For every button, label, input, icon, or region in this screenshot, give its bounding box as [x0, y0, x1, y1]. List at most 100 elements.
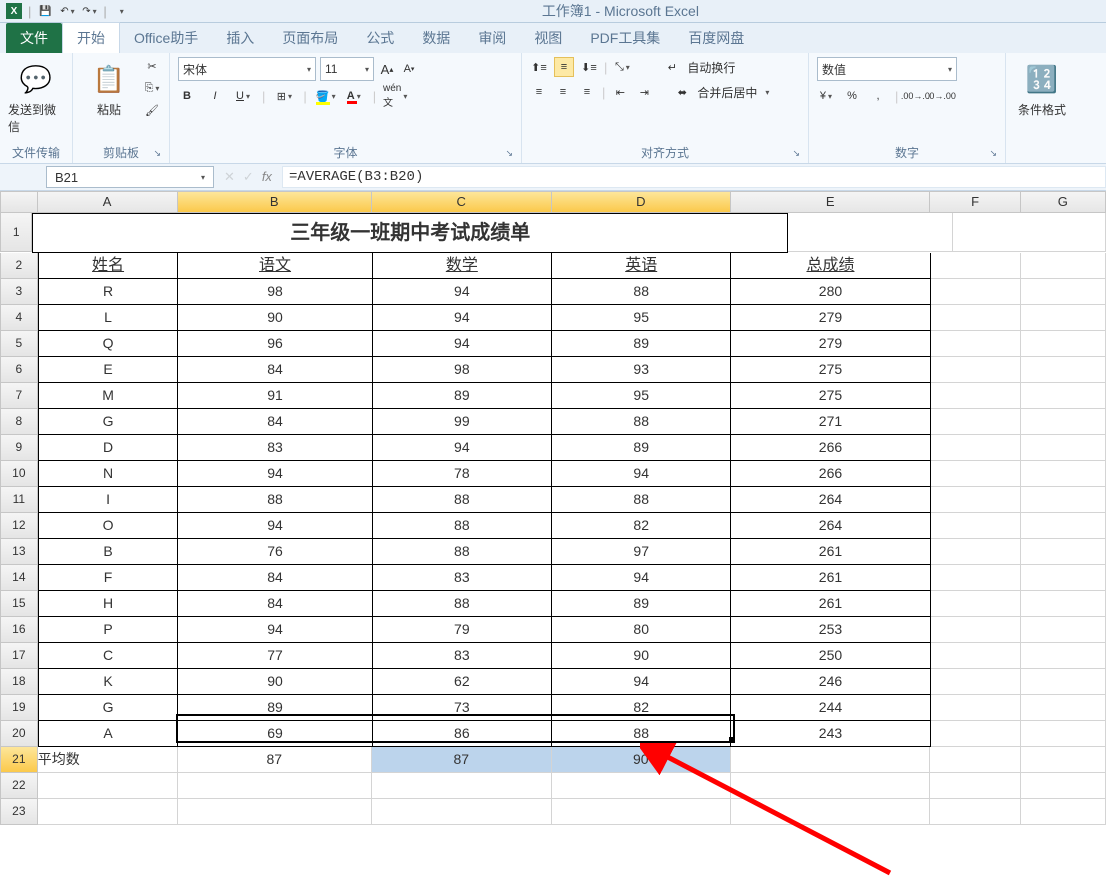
cell[interactable]: 87	[178, 747, 372, 773]
cell[interactable]	[372, 799, 552, 825]
cell[interactable]	[1021, 799, 1106, 825]
align-middle-icon[interactable]: ≡	[554, 57, 574, 77]
rowhead-6[interactable]: 6	[0, 357, 38, 383]
cell[interactable]: 数学	[373, 253, 552, 279]
undo-icon[interactable]: ↶▾	[59, 3, 75, 19]
cell[interactable]	[178, 773, 372, 799]
cell[interactable]: 78	[373, 461, 552, 487]
decrease-indent-icon[interactable]: ⇤	[611, 83, 629, 101]
send-to-wechat-button[interactable]: 💬 发送到微信	[8, 57, 64, 139]
cell[interactable]	[1021, 487, 1106, 513]
increase-font-icon[interactable]: A▴	[378, 60, 396, 78]
cut-icon[interactable]: ✂	[143, 57, 161, 75]
cell[interactable]	[1021, 409, 1106, 435]
tab-review[interactable]: 审阅	[464, 23, 520, 53]
cell[interactable]: 73	[373, 695, 552, 721]
cell[interactable]	[931, 435, 1021, 461]
rowhead-22[interactable]: 22	[0, 773, 38, 799]
cell[interactable]	[1021, 435, 1106, 461]
cell[interactable]	[930, 773, 1020, 799]
colhead-B[interactable]: B	[178, 191, 372, 213]
cell[interactable]: D	[38, 435, 179, 461]
cell[interactable]: G	[38, 695, 179, 721]
name-box[interactable]: B21▾	[46, 166, 214, 188]
cell[interactable]: 82	[552, 513, 731, 539]
increase-decimal-icon[interactable]: .00→.0	[906, 87, 924, 105]
cell[interactable]: P	[38, 617, 179, 643]
cell[interactable]: 83	[373, 643, 552, 669]
font-size-select[interactable]: 11▾	[320, 57, 374, 81]
cell[interactable]: 79	[373, 617, 552, 643]
cell[interactable]: 244	[731, 695, 930, 721]
cell[interactable]: 279	[731, 331, 930, 357]
dialog-launcher-icon[interactable]: ↘	[505, 148, 513, 159]
wrap-text-label[interactable]: 自动换行	[687, 59, 735, 76]
cell[interactable]: 88	[373, 513, 552, 539]
rowhead-17[interactable]: 17	[0, 643, 38, 669]
cell[interactable]	[38, 799, 178, 825]
cell[interactable]	[931, 539, 1021, 565]
colhead-E[interactable]: E	[731, 191, 930, 213]
cell[interactable]	[1021, 513, 1106, 539]
cell[interactable]	[931, 279, 1021, 305]
cell[interactable]: 93	[552, 357, 731, 383]
align-center-icon[interactable]: ≡	[554, 83, 572, 101]
cell[interactable]: 83	[178, 435, 372, 461]
tab-data[interactable]: 数据	[408, 23, 464, 53]
rowhead-4[interactable]: 4	[0, 305, 38, 331]
cell[interactable]: 99	[373, 409, 552, 435]
cell[interactable]: 姓名	[38, 253, 179, 279]
cell[interactable]: 94	[552, 669, 731, 695]
cell[interactable]: 98	[373, 357, 552, 383]
cell[interactable]: 69	[178, 721, 372, 747]
cell[interactable]: 97	[552, 539, 731, 565]
cell[interactable]: 平均数	[38, 747, 178, 773]
rowhead-14[interactable]: 14	[0, 565, 38, 591]
cell[interactable]: 271	[731, 409, 930, 435]
bold-icon[interactable]: B	[178, 87, 196, 105]
cell[interactable]	[953, 213, 1106, 252]
dialog-launcher-icon[interactable]: ↘	[153, 148, 161, 159]
tab-page-layout[interactable]: 页面布局	[268, 23, 352, 53]
cell[interactable]: 89	[373, 383, 552, 409]
cell[interactable]: 英语	[552, 253, 731, 279]
cell[interactable]	[1021, 253, 1106, 279]
cell[interactable]	[552, 773, 732, 799]
tab-view[interactable]: 视图	[520, 23, 576, 53]
cell[interactable]	[931, 461, 1021, 487]
cell[interactable]	[731, 773, 930, 799]
rowhead-21[interactable]: 21	[0, 747, 38, 773]
cell[interactable]: B	[38, 539, 179, 565]
cell[interactable]	[931, 253, 1021, 279]
cell[interactable]: 243	[731, 721, 930, 747]
select-all-corner[interactable]	[0, 191, 38, 213]
cell[interactable]: 62	[373, 669, 552, 695]
cell[interactable]: 94	[373, 279, 552, 305]
cell[interactable]	[931, 513, 1021, 539]
cell[interactable]: 266	[731, 461, 930, 487]
cell[interactable]: 261	[731, 591, 930, 617]
tab-insert[interactable]: 插入	[212, 23, 268, 53]
cell[interactable]: 80	[552, 617, 731, 643]
cell[interactable]: 82	[552, 695, 731, 721]
wrap-text-icon[interactable]: ↵	[663, 58, 681, 76]
cell[interactable]: Q	[38, 331, 179, 357]
cell[interactable]: 96	[178, 331, 372, 357]
cell[interactable]	[1021, 539, 1106, 565]
cell[interactable]	[931, 487, 1021, 513]
cell[interactable]: 275	[731, 383, 930, 409]
dialog-launcher-icon[interactable]: ↘	[792, 148, 800, 159]
cell[interactable]	[1021, 565, 1106, 591]
rowhead-20[interactable]: 20	[0, 721, 38, 747]
cell[interactable]: 88	[552, 721, 731, 747]
cell[interactable]: E	[38, 357, 179, 383]
colhead-G[interactable]: G	[1021, 191, 1106, 213]
cell[interactable]: 88	[373, 487, 552, 513]
cell[interactable]: 89	[552, 331, 731, 357]
font-color-icon[interactable]: A▾	[345, 87, 363, 105]
cell[interactable]: 91	[178, 383, 372, 409]
rowhead-12[interactable]: 12	[0, 513, 38, 539]
align-bottom-icon[interactable]: ⬇≡	[580, 58, 598, 76]
align-left-icon[interactable]: ≡	[530, 83, 548, 101]
cell[interactable]: 77	[178, 643, 372, 669]
